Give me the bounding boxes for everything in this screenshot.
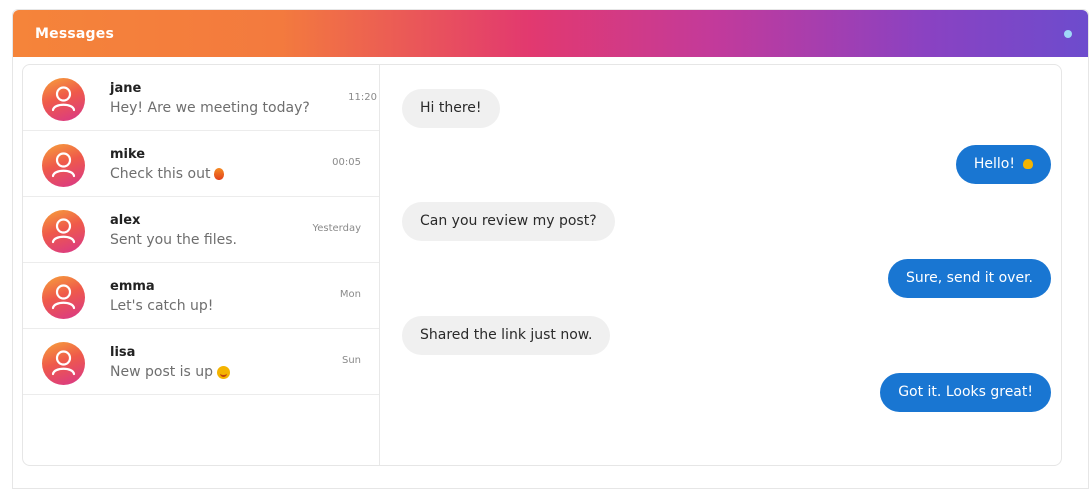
conversation-item-alex[interactable]: alex Sent you the files. Yesterday xyxy=(23,197,379,263)
user-icon xyxy=(51,86,76,112)
header-bar: Messages xyxy=(13,10,1088,57)
avatar xyxy=(42,210,85,253)
message-text: Sure, send it over. xyxy=(905,270,1033,286)
smile-emoji-icon xyxy=(217,365,231,379)
conversation-time: 11:20 xyxy=(348,92,377,103)
conversation-time: Yesterday xyxy=(312,223,361,234)
chat-thread: Hi there! Hello! Can you review my post?… xyxy=(380,65,1061,465)
message-bubble-outgoing: Got it. Looks great! xyxy=(880,373,1051,412)
conversation-name: emma xyxy=(110,279,155,294)
conversation-preview: Hey! Are we meeting today? xyxy=(110,100,310,116)
conversation-item-lisa[interactable]: lisa New post is up Sun xyxy=(23,329,379,395)
conversation-name: mike xyxy=(110,147,146,162)
message-bubble-outgoing: Sure, send it over. xyxy=(887,259,1051,298)
conversation-preview: New post is up xyxy=(110,364,231,380)
message-text: Hi there! xyxy=(420,100,482,116)
user-icon xyxy=(51,152,76,178)
status-dot-icon xyxy=(1064,29,1072,38)
conversation-item-jane[interactable]: jane Hey! Are we meeting today? 11:20 xyxy=(23,65,379,131)
wave-emoji-icon xyxy=(1023,159,1033,169)
conversation-preview-text: Check this out xyxy=(110,166,211,182)
conversation-preview: Sent you the files. xyxy=(110,232,237,248)
message-bubble-incoming: Shared the link just now. xyxy=(402,316,611,355)
avatar xyxy=(42,144,85,187)
conversation-preview: Check this out xyxy=(110,166,225,182)
fire-emoji-icon xyxy=(214,168,225,180)
message-text: Hello! xyxy=(973,156,1015,172)
header-title: Messages xyxy=(35,25,114,42)
conversation-name: lisa xyxy=(110,345,136,360)
conversation-name: alex xyxy=(110,213,141,228)
user-icon xyxy=(51,350,76,376)
user-icon xyxy=(51,284,76,310)
conversation-time: Mon xyxy=(339,289,361,300)
avatar xyxy=(42,78,85,121)
conversation-preview-text: New post is up xyxy=(110,364,214,380)
message-bubble-incoming: Can you review my post? xyxy=(402,202,615,241)
conversation-time: Sun xyxy=(341,355,361,366)
message-text: Can you review my post? xyxy=(420,213,597,229)
conversation-preview: Let's catch up! xyxy=(110,298,214,314)
message-bubble-outgoing: Hello! xyxy=(955,145,1051,184)
message-text: Shared the link just now. xyxy=(420,327,593,343)
messages-panel: jane Hey! Are we meeting today? 11:20 mi… xyxy=(22,64,1062,466)
conversation-time: 00:05 xyxy=(332,157,361,168)
avatar xyxy=(42,276,85,319)
avatar xyxy=(42,342,85,385)
message-text: Got it. Looks great! xyxy=(898,384,1033,400)
message-bubble-incoming: Hi there! xyxy=(402,89,500,128)
user-icon xyxy=(51,218,76,244)
conversation-item-emma[interactable]: emma Let's catch up! Mon xyxy=(23,263,379,329)
conversation-item-mike[interactable]: mike Check this out 00:05 xyxy=(23,131,379,197)
conversation-name: jane xyxy=(110,81,142,96)
conversation-list: jane Hey! Are we meeting today? 11:20 mi… xyxy=(23,65,380,465)
